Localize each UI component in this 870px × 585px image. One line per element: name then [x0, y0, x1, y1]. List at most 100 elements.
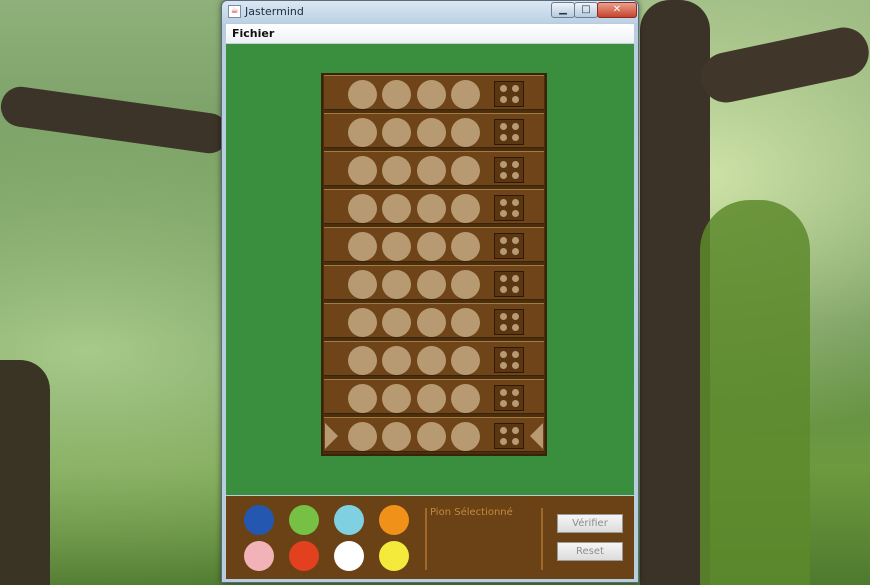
feedback-peg: [512, 210, 519, 217]
peg-slot: [382, 270, 411, 299]
feedback-peg: [512, 199, 519, 206]
feedback-peg: [512, 85, 519, 92]
feedback-peg: [512, 123, 519, 130]
feedback-peg: [500, 389, 507, 396]
menu-bar: Fichier: [226, 24, 634, 44]
close-button[interactable]: ✕: [597, 2, 637, 18]
feedback-peg: [500, 400, 507, 407]
feedback-peg: [512, 134, 519, 141]
peg-slot: [348, 232, 377, 261]
peg-slot: [417, 156, 446, 185]
control-panel: Pion Sélectionné Vérifier Reset: [226, 496, 634, 579]
peg-slot: [417, 232, 446, 261]
peg-slot: [451, 156, 480, 185]
feedback-peg: [500, 248, 507, 255]
feedback-box: [494, 81, 524, 107]
board-row: [324, 189, 544, 224]
feedback-box: [494, 385, 524, 411]
peg-slot: [451, 270, 480, 299]
board-row: [324, 75, 544, 110]
color-peg-green[interactable]: [289, 505, 319, 535]
feedback-peg: [512, 275, 519, 282]
peg-slot: [382, 308, 411, 337]
peg-slot[interactable]: [417, 422, 446, 451]
feedback-peg: [500, 324, 507, 331]
feedback-peg: [500, 96, 507, 103]
window-title: Jastermind: [245, 5, 304, 18]
peg-slot: [348, 80, 377, 109]
board-row: [324, 265, 544, 300]
peg-slot: [417, 346, 446, 375]
peg-slot[interactable]: [348, 422, 377, 451]
feedback-peg: [500, 161, 507, 168]
peg-slot: [348, 384, 377, 413]
panel-divider: [425, 508, 427, 570]
peg-slot[interactable]: [451, 422, 480, 451]
title-bar[interactable]: ☕ Jastermind ▁ □ ✕: [222, 1, 638, 23]
feedback-peg: [512, 286, 519, 293]
feedback-peg: [500, 351, 507, 358]
feedback-peg: [500, 313, 507, 320]
mastermind-board: [321, 73, 547, 456]
peg-slot: [348, 308, 377, 337]
app-window: ☕ Jastermind ▁ □ ✕ Fichier Pion Sélectio…: [221, 0, 639, 583]
color-peg-red[interactable]: [289, 541, 319, 571]
feedback-peg: [512, 324, 519, 331]
peg-slot[interactable]: [382, 422, 411, 451]
peg-slot: [451, 384, 480, 413]
verify-button[interactable]: Vérifier: [557, 514, 623, 533]
feedback-box: [494, 233, 524, 259]
color-peg-white[interactable]: [334, 541, 364, 571]
background-tree-branch: [0, 84, 232, 156]
peg-slot: [348, 118, 377, 147]
background-tree-root: [0, 360, 50, 585]
peg-slot: [382, 156, 411, 185]
background-ivy: [700, 200, 810, 585]
maximize-button[interactable]: □: [574, 2, 598, 18]
peg-slot: [417, 384, 446, 413]
reset-button[interactable]: Reset: [557, 542, 623, 561]
peg-slot: [382, 194, 411, 223]
color-peg-cyan[interactable]: [334, 505, 364, 535]
peg-slot: [382, 80, 411, 109]
peg-slot: [417, 270, 446, 299]
feedback-peg: [512, 161, 519, 168]
background-tree-branch: [696, 22, 870, 108]
menu-fichier[interactable]: Fichier: [232, 27, 274, 40]
feedback-peg: [512, 438, 519, 445]
board-row: [324, 341, 544, 376]
color-peg-blue[interactable]: [244, 505, 274, 535]
peg-slot: [382, 346, 411, 375]
feedback-box: [494, 309, 524, 335]
peg-slot: [451, 308, 480, 337]
java-icon: ☕: [228, 5, 241, 18]
selected-peg-label: Pion Sélectionné: [430, 507, 513, 518]
color-peg-pink[interactable]: [244, 541, 274, 571]
feedback-box: [494, 157, 524, 183]
peg-slot: [451, 194, 480, 223]
peg-slot: [417, 194, 446, 223]
peg-slot: [348, 156, 377, 185]
game-area: [226, 44, 634, 495]
peg-slot: [382, 232, 411, 261]
feedback-box: [494, 271, 524, 297]
feedback-peg: [512, 427, 519, 434]
color-peg-yellow[interactable]: [379, 541, 409, 571]
feedback-peg: [512, 389, 519, 396]
peg-slot: [417, 118, 446, 147]
color-peg-orange[interactable]: [379, 505, 409, 535]
feedback-peg: [500, 427, 507, 434]
panel-divider: [541, 508, 543, 570]
feedback-peg: [500, 237, 507, 244]
minimize-button[interactable]: ▁: [551, 2, 575, 18]
feedback-peg: [512, 237, 519, 244]
peg-slot: [451, 346, 480, 375]
peg-slot: [348, 194, 377, 223]
peg-slot: [348, 346, 377, 375]
feedback-peg: [500, 362, 507, 369]
board-row: [324, 227, 544, 262]
board-row: [324, 113, 544, 148]
feedback-box: [494, 423, 524, 449]
feedback-peg: [500, 210, 507, 217]
board-row[interactable]: [324, 417, 544, 452]
